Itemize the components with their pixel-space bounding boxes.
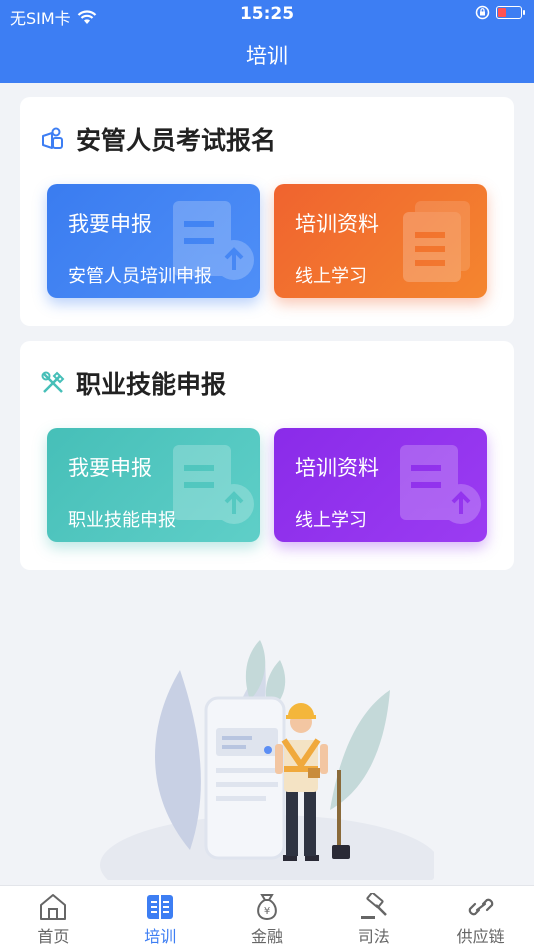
money-bag-icon: ¥ [257, 894, 277, 921]
section-header: 安管人员考试报名 [40, 121, 276, 157]
section-title: 职业技能申报 [76, 370, 227, 399]
tile-subtitle: 安管人员培训申报 [68, 266, 212, 287]
top-bar: 无SIM卡 15:25 培训 [0, 0, 534, 83]
apply-safety-training-button[interactable]: 我要申报 安管人员培训申报 [47, 184, 260, 298]
tile-title: 我要申报 [68, 212, 152, 236]
page-title: 培训 [246, 44, 288, 68]
tab-label: 司法 [357, 927, 390, 946]
orientation-lock-icon [475, 5, 490, 20]
training-materials-button[interactable]: 培训资料 线上学习 [274, 184, 487, 298]
section-title: 安管人员考试报名 [76, 126, 277, 155]
tab-label: 金融 [250, 927, 283, 946]
apply-vocational-skills-button[interactable]: 我要申报 职业技能申报 [47, 428, 260, 542]
section-header: 职业技能申报 [40, 365, 226, 401]
section-safety-exam: 安管人员考试报名 我要申报 安管人员培训申报 培训资料 线上学习 [20, 97, 514, 326]
svg-text:¥: ¥ [264, 906, 270, 917]
tab-label: 培训 [144, 927, 177, 946]
tile-title: 培训资料 [295, 212, 379, 236]
document-icon [403, 201, 470, 282]
bottom-tab-bar: 首页 培训 ¥ 金融 司法 供应链 [0, 885, 534, 950]
tab-supply-chain[interactable]: 供应链 [427, 886, 534, 950]
status-time: 15:25 [239, 4, 295, 24]
worker-illustration [100, 640, 434, 880]
book-icon [147, 895, 174, 919]
tile-subtitle: 线上学习 [295, 266, 367, 287]
tile-title: 培训资料 [295, 456, 379, 480]
home-icon [40, 894, 67, 920]
tab-judicial[interactable]: 司法 [320, 886, 427, 950]
document-upload-icon [400, 445, 481, 524]
tab-label: 首页 [37, 927, 70, 946]
tab-training[interactable]: 培训 [107, 886, 214, 950]
status-bar: 无SIM卡 15:25 [0, 0, 534, 28]
people-icon [42, 127, 63, 149]
training-materials-button[interactable]: 培训资料 线上学习 [274, 428, 487, 542]
status-right [475, 5, 525, 20]
gavel-icon [360, 893, 387, 919]
tile-title: 我要申报 [68, 456, 152, 480]
tab-label: 供应链 [456, 927, 505, 946]
tile-subtitle: 职业技能申报 [68, 510, 176, 531]
tile-subtitle: 线上学习 [295, 510, 367, 531]
tab-finance[interactable]: ¥ 金融 [214, 886, 321, 950]
document-upload-icon [173, 445, 254, 524]
link-icon [468, 898, 493, 916]
tab-home[interactable]: 首页 [0, 886, 107, 950]
battery-icon [496, 6, 525, 19]
section-vocational-skills: 职业技能申报 我要申报 职业技能申报 培训资料 线上学习 [20, 341, 514, 570]
tools-icon [41, 371, 65, 393]
